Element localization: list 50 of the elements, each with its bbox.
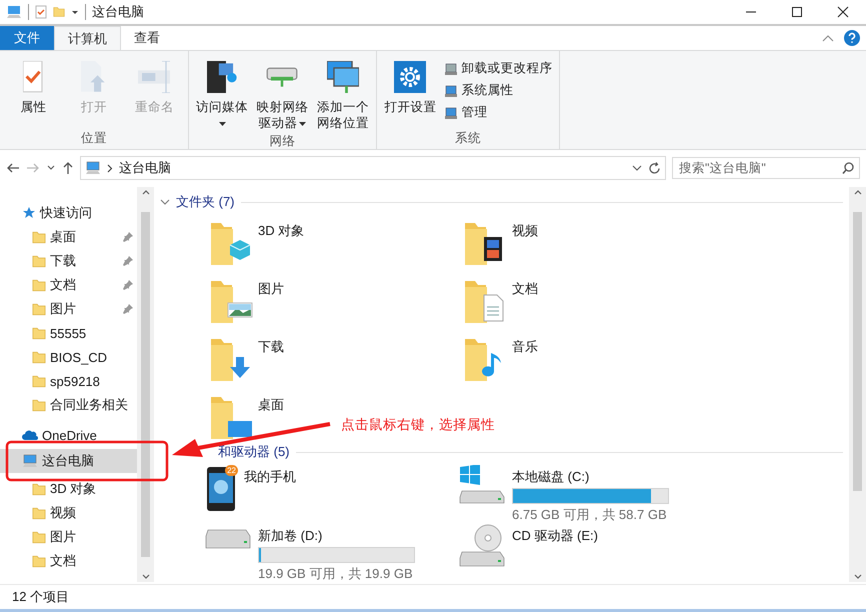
folder-label[interactable]: 视频 <box>512 219 538 240</box>
free-space-text: 6.75 GB 可用，共 58.7 GB <box>512 506 668 524</box>
ribbon-button[interactable]: 打开设置 <box>381 55 440 130</box>
address-field[interactable]: 这台电脑 <box>80 156 666 180</box>
group-label: 位置 <box>80 130 108 147</box>
drive-label[interactable]: 新加卷 (D:) <box>258 524 415 545</box>
nav-item[interactable]: 这台电脑 <box>0 449 137 473</box>
nav-item[interactable]: OneDrive <box>0 423 137 447</box>
nav-item[interactable]: 下载 <box>0 249 137 273</box>
drive-label[interactable]: CD 驱动器 (E:) <box>512 524 598 545</box>
group-label: 系统 <box>454 130 482 147</box>
ribbon-tab[interactable]: 查看 <box>121 26 173 50</box>
notification-badge: 22 <box>225 465 238 476</box>
annotation-text: 点击鼠标右键，选择属性 <box>341 416 495 434</box>
ribbon-button[interactable]: 映射网络驱动器 <box>253 55 312 133</box>
ribbon-button[interactable]: 属性 <box>4 55 62 130</box>
ribbon-button[interactable]: 管理 <box>442 103 554 122</box>
section-heading[interactable]: 和驱动器 (5) <box>218 443 290 461</box>
section-heading[interactable]: 文件夹 (7) <box>176 193 234 211</box>
nav-item[interactable]: 55555 <box>0 321 137 345</box>
ribbon-button[interactable]: 添加一个网络位置 <box>314 55 372 133</box>
folder-label[interactable]: 图片 <box>258 277 284 298</box>
ribbon-tab[interactable]: 计算机 <box>54 26 121 50</box>
ribbon-tab[interactable]: 文件 <box>0 26 54 50</box>
folder-label[interactable]: 音乐 <box>512 335 538 356</box>
nav-item[interactable]: 视频 <box>0 501 137 525</box>
drive-label[interactable]: 本地磁盘 (C:) <box>512 465 669 486</box>
nav-item[interactable]: 快速访问 <box>0 201 137 225</box>
nav-item[interactable]: 图片 <box>0 297 137 321</box>
nav-item[interactable]: 3D 对象 <box>0 477 137 501</box>
ribbon-button[interactable]: 系统属性 <box>442 81 554 100</box>
nav-item[interactable]: 文档 <box>0 273 137 297</box>
folder-label[interactable]: 3D 对象 <box>258 219 304 240</box>
drive-label[interactable]: 我的手机 <box>244 465 296 486</box>
free-space-text: 19.9 GB 可用，共 19.9 GB <box>258 565 414 583</box>
folder-label[interactable]: 文档 <box>512 277 538 298</box>
nav-item[interactable]: 合同业务相关 <box>0 393 137 417</box>
ribbon-button[interactable]: 访问媒体 <box>192 55 251 133</box>
nav-item[interactable]: 文档 <box>0 549 137 573</box>
nav-item[interactable]: 桌面 <box>0 225 137 249</box>
search-field[interactable]: 搜索"这台电脑" <box>672 157 860 179</box>
item-count: 12 个项目 <box>12 588 70 606</box>
nav-item[interactable]: 图片 <box>0 525 137 549</box>
nav-item[interactable]: sp59218 <box>0 369 137 393</box>
ribbon-button[interactable]: 卸载或更改程序 <box>442 59 554 78</box>
folder-label[interactable]: 桌面 <box>258 393 284 414</box>
nav-item[interactable]: BIOS_CD <box>0 345 137 369</box>
window-title: 这台电脑 <box>92 3 144 21</box>
folder-label[interactable]: 下载 <box>258 335 284 356</box>
group-label: 网络 <box>268 133 296 150</box>
